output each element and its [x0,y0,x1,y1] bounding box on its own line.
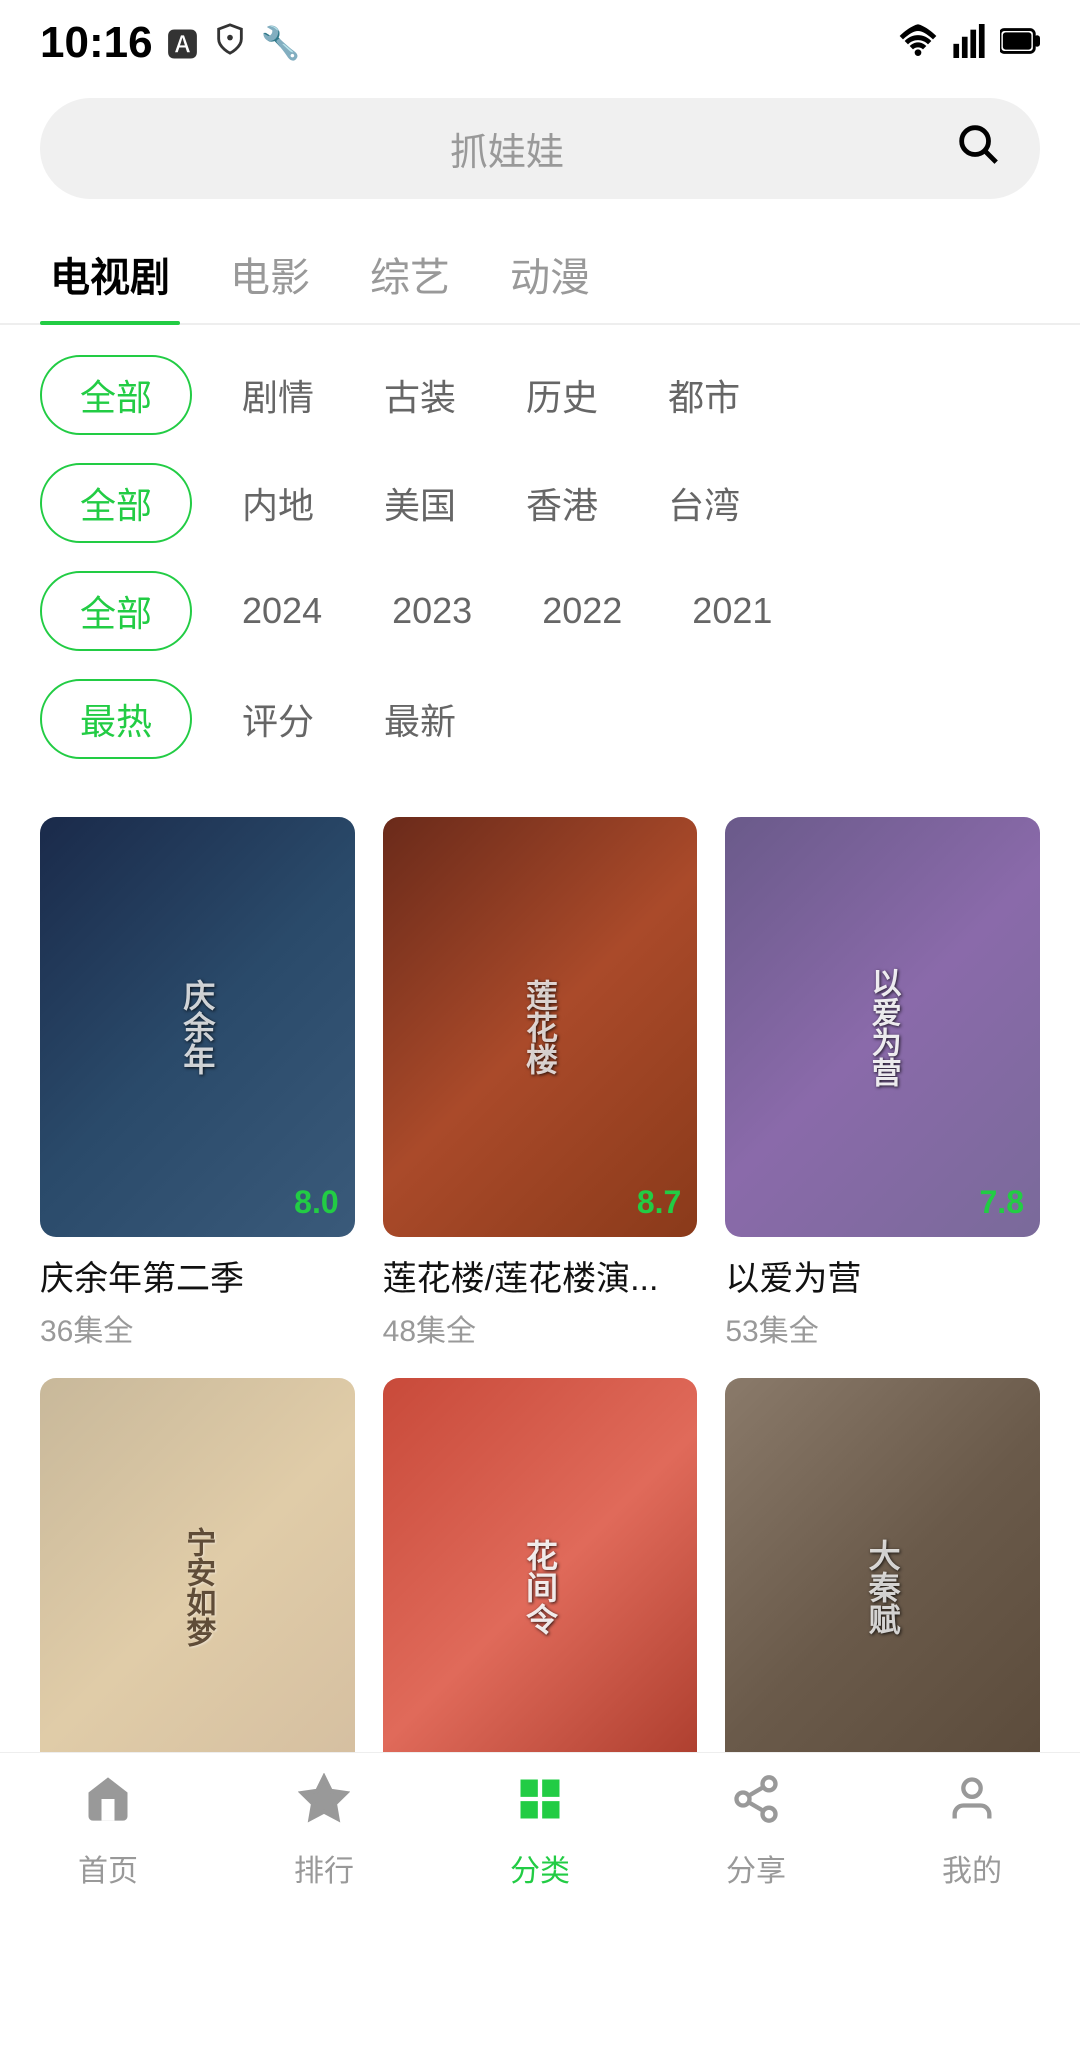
status-right [898,24,1040,63]
tab-variety[interactable]: 综艺 [360,229,460,323]
card-placeholder-5: 花间令 [383,1378,698,1798]
content-card-1[interactable]: 庆余年 8.0 庆余年第二季 36集全 [40,817,355,1350]
filter-tag-drama[interactable]: 剧情 [222,357,334,433]
battery-icon [1000,24,1040,63]
home-icon [82,1773,134,1838]
filter-chip-sort[interactable]: 最热 [40,679,192,759]
nav-share[interactable]: 分享 [686,1773,826,1890]
filter-tag-hk[interactable]: 香港 [506,465,618,541]
nav-home-label: 首页 [78,1846,138,1890]
nav-mine-label: 我的 [942,1846,1002,1890]
content-grid: 庆余年 8.0 庆余年第二季 36集全 莲花楼 8.7 莲花楼/莲花楼演... … [40,817,1040,1910]
signal-icon [952,24,986,63]
rank-icon [298,1773,350,1838]
card-title-3: 以爱为营 [725,1251,1040,1300]
filter-tag-rating[interactable]: 评分 [222,681,334,757]
filter-tag-2023[interactable]: 2023 [372,578,492,644]
bottom-nav: 首页 排行 分类 分享 [0,1752,1080,1920]
filter-tag-mainland[interactable]: 内地 [222,465,334,541]
tab-anime[interactable]: 动漫 [500,229,600,323]
card-placeholder-6: 大秦赋 [725,1378,1040,1798]
wifi-icon [898,24,938,63]
card-rating-1: 8.0 [294,1184,338,1221]
content-card-2[interactable]: 莲花楼 8.7 莲花楼/莲花楼演... 48集全 [383,817,698,1350]
card-subtitle-1: 36集全 [40,1306,355,1350]
card-image-3: 以爱为营 7.8 [725,817,1040,1237]
category-icon [514,1773,566,1838]
card-subtitle-3: 53集全 [725,1306,1040,1350]
nav-category-label: 分类 [510,1846,570,1890]
status-time: 10:16 [40,18,153,68]
filter-row-year: 全部 2024 2023 2022 2021 [40,571,1040,651]
tab-movie[interactable]: 电影 [220,229,320,323]
status-left: 10:16 🅰 🔧 [40,18,300,68]
nav-rank[interactable]: 排行 [254,1773,394,1890]
share-icon [730,1773,782,1838]
status-bar: 10:16 🅰 🔧 [0,0,1080,78]
card-image-5: 花间令 [383,1378,698,1798]
card-placeholder-4: 宁安如梦 [40,1378,355,1798]
card-rating-3: 7.8 [980,1184,1024,1221]
card-placeholder-3: 以爱为营 [725,817,1040,1237]
filter-tag-2021[interactable]: 2021 [672,578,792,644]
search-icon[interactable] [954,120,1000,177]
card-rating-2: 8.7 [637,1184,681,1221]
user-icon [946,1773,998,1838]
filter-row-sort: 最热 评分 最新 [40,679,1040,759]
card-placeholder-1: 庆余年 [40,817,355,1237]
nav-home[interactable]: 首页 [38,1773,178,1890]
filter-tag-us[interactable]: 美国 [364,465,476,541]
nav-rank-label: 排行 [294,1846,354,1890]
content-card-3[interactable]: 以爱为营 7.8 以爱为营 53集全 [725,817,1040,1350]
main-tabs: 电视剧 电影 综艺 动漫 [0,209,1080,325]
search-bar[interactable]: 抓娃娃 [40,98,1040,199]
status-icon-shield [213,22,247,64]
filter-tag-costume[interactable]: 古装 [364,357,476,433]
filter-chip-region[interactable]: 全部 [40,463,192,543]
filter-row-genre: 全部 剧情 古装 历史 都市 [40,355,1040,435]
card-title-1: 庆余年第二季 [40,1251,355,1300]
card-placeholder-2: 莲花楼 [383,817,698,1237]
filter-tag-latest[interactable]: 最新 [364,681,476,757]
filter-chip-year[interactable]: 全部 [40,571,192,651]
filter-tag-city[interactable]: 都市 [648,357,760,433]
filter-tag-history[interactable]: 历史 [506,357,618,433]
card-image-4: 宁安如梦 [40,1378,355,1798]
content-section: 庆余年 8.0 庆余年第二季 36集全 莲花楼 8.7 莲花楼/莲花楼演... … [0,787,1080,1910]
nav-category[interactable]: 分类 [470,1773,610,1890]
card-image-2: 莲花楼 8.7 [383,817,698,1237]
nav-share-label: 分享 [726,1846,786,1890]
card-image-6: 大秦赋 [725,1378,1040,1798]
status-icon-a: 🅰 [167,20,199,66]
filter-tag-tw[interactable]: 台湾 [648,465,760,541]
card-image-1: 庆余年 8.0 [40,817,355,1237]
filter-tag-2024[interactable]: 2024 [222,578,342,644]
card-title-2: 莲花楼/莲花楼演... [383,1251,698,1300]
card-subtitle-2: 48集全 [383,1306,698,1350]
nav-mine[interactable]: 我的 [902,1773,1042,1890]
filter-chip-genre[interactable]: 全部 [40,355,192,435]
filter-row-region: 全部 内地 美国 香港 台湾 [40,463,1040,543]
filter-tag-2022[interactable]: 2022 [522,578,642,644]
filter-section: 全部 剧情 古装 历史 都市 全部 内地 美国 香港 台湾 全部 2024 20… [0,325,1080,759]
search-placeholder: 抓娃娃 [80,121,934,176]
status-icon-wrench: 🔧 [261,24,301,62]
search-container: 抓娃娃 [0,78,1080,209]
tab-tv[interactable]: 电视剧 [40,229,180,323]
